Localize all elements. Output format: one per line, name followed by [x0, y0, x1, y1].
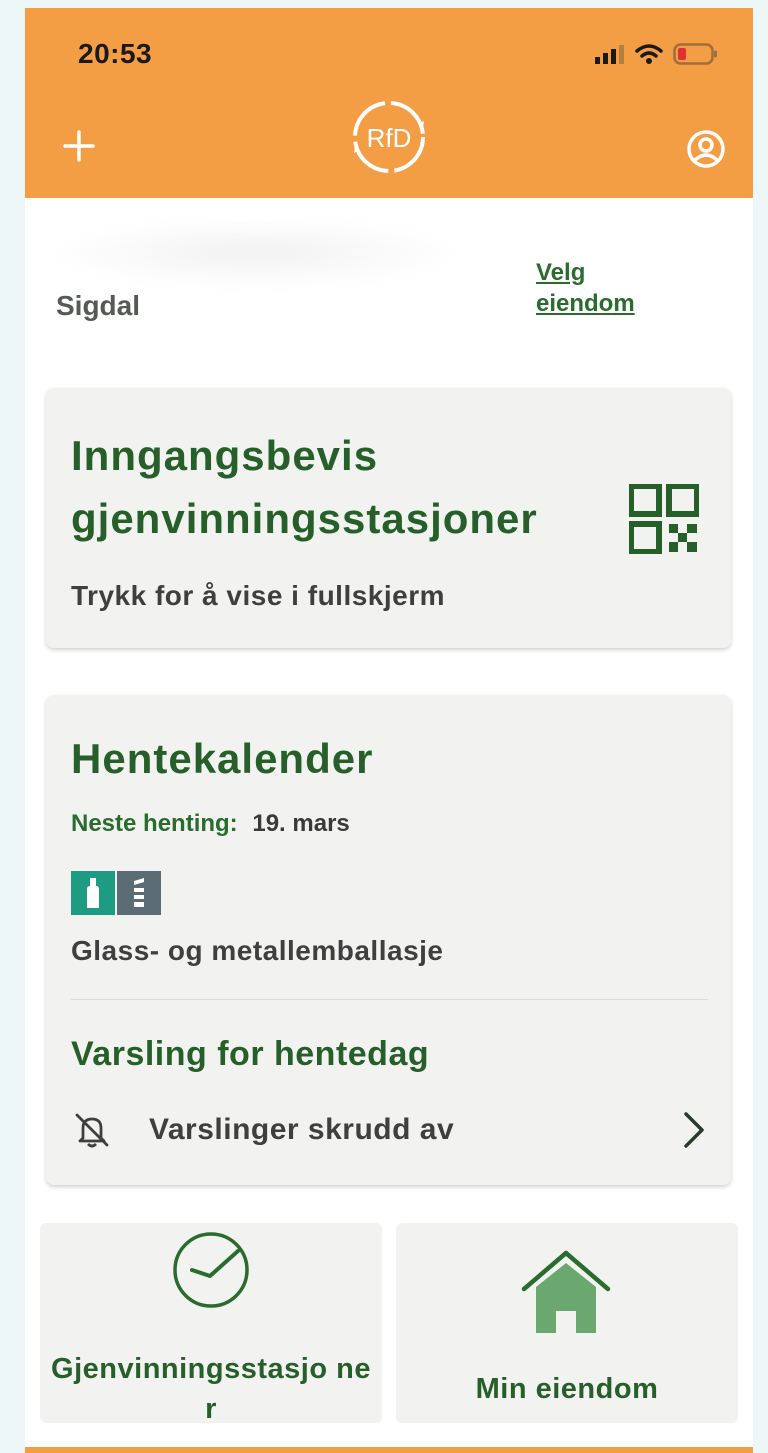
house-icon — [521, 1250, 611, 1333]
app-header: 20:53 RfD — [25, 8, 753, 198]
choose-property-link[interactable]: Velg eiendom — [536, 257, 676, 319]
clock-check-icon — [173, 1232, 249, 1308]
notification-title: Varsling for hentedag — [71, 1035, 430, 1073]
entry-pass-title: Inngangsbevis gjenvinningsstasjoner — [71, 424, 631, 550]
recycling-stations-text: Gjenvinningsstasjo ner — [51, 1353, 371, 1425]
app-screen: 20:53 RfD Sigdal Velg eiendom Inngangsbe… — [25, 8, 753, 1453]
signal-icon — [595, 45, 624, 64]
glass-bottle-icon — [71, 871, 115, 915]
fraction-name: Glass- og metallemballasje — [71, 935, 444, 966]
notification-status: Varslinger skrudd av — [149, 1113, 455, 1146]
rfd-logo: RfD — [348, 96, 430, 178]
next-pickup-date: 19. mars — [252, 810, 350, 837]
wifi-icon — [635, 44, 663, 64]
entry-pass-subtitle: Trykk for å vise i fullskjerm — [71, 580, 446, 611]
metal-can-icon — [117, 871, 161, 915]
my-property-label: Min eiendom — [475, 1373, 659, 1405]
bottom-accent-bar — [25, 1447, 753, 1453]
next-pickup-row: Neste henting: 19. mars — [71, 810, 350, 838]
next-pickup-label: Neste henting: — [71, 810, 238, 837]
pickup-calendar-card[interactable]: Hentekalender Neste henting: 19. mars Gl… — [46, 695, 731, 1185]
qr-code-icon — [629, 484, 699, 554]
add-button[interactable] — [59, 126, 99, 166]
user-circle-icon — [687, 130, 725, 168]
municipality-label: Sigdal — [56, 290, 141, 321]
redacted-address — [45, 218, 465, 288]
plus-icon — [63, 130, 95, 162]
notification-settings-row[interactable]: Varslinger skrudd av — [71, 1105, 708, 1155]
my-property-tile[interactable]: Min eiendom — [396, 1223, 738, 1423]
entry-pass-card[interactable]: Inngangsbevis gjenvinningsstasjoner Tryk… — [46, 388, 731, 648]
fraction-icons — [71, 871, 161, 915]
status-icons — [595, 41, 719, 67]
battery-icon — [673, 43, 717, 65]
recycling-stations-label: Gjenvinningsstasjo ner — [40, 1349, 382, 1429]
status-time: 20:53 — [78, 38, 153, 69]
bell-off-icon — [75, 1113, 109, 1148]
recycling-stations-tile[interactable]: Gjenvinningsstasjo ner — [40, 1223, 382, 1425]
chevron-right-icon — [684, 1112, 704, 1148]
calendar-title: Hentekalender — [71, 735, 374, 782]
profile-button[interactable] — [685, 128, 727, 170]
entry-pass-title-text: Inngangsbevis gjenvinningsstasjoner — [71, 432, 538, 542]
logo-text: RfD — [367, 123, 412, 153]
card-divider — [71, 999, 708, 1000]
